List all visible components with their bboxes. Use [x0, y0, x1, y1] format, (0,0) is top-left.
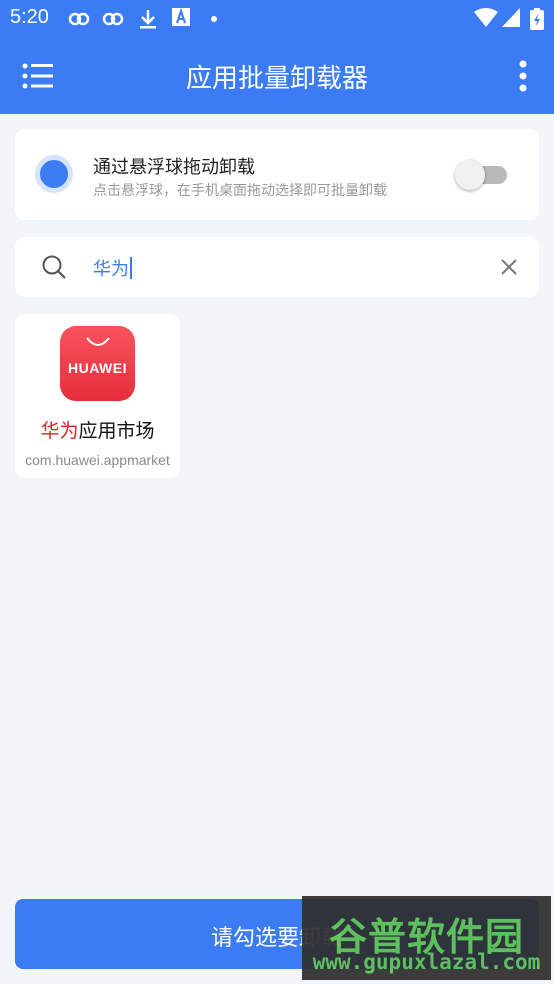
download-icon: [140, 10, 156, 29]
floating-ball-card: 通过悬浮球拖动卸载 点击悬浮球，在手机桌面拖动选择即可批量卸载: [15, 129, 539, 220]
app-list-item[interactable]: HUAWEI 华为应用市场 com.huawei.appmarket: [15, 314, 180, 478]
app-name-rest: 应用市场: [78, 420, 155, 442]
close-icon[interactable]: [499, 257, 519, 277]
app-icon-text: HUAWEI: [68, 360, 127, 376]
smile-icon: [86, 337, 110, 346]
app-name-match: 华为: [40, 420, 79, 442]
signal-icon: [502, 8, 520, 27]
watermark-url: www.gupuxlazal.com: [312, 950, 541, 974]
text-cursor: [130, 257, 132, 279]
font-icon: [172, 8, 190, 26]
watermark: 谷普软件园 www.gupuxlazal.com: [302, 896, 551, 980]
search-bar: 华为: [15, 237, 539, 297]
search-icon: [42, 255, 66, 279]
floating-ball-title: 通过悬浮球拖动卸载: [93, 157, 255, 178]
huawei-app-icon: HUAWEI: [60, 326, 135, 401]
toggle-thumb: [455, 160, 485, 190]
status-bar: 5:20: [0, 0, 554, 38]
floating-ball-toggle[interactable]: [455, 160, 507, 190]
page-title: 应用批量卸载器: [185, 64, 368, 94]
dot-icon: [211, 16, 217, 22]
wifi-icon: [474, 8, 498, 27]
app-bar: 应用批量卸载器: [0, 38, 554, 114]
status-time: 5:20: [10, 6, 49, 28]
search-input[interactable]: 华为: [93, 255, 132, 281]
notification-icon: [102, 12, 124, 26]
floating-ball-indicator: [35, 155, 73, 193]
app-name: 华为应用市场: [15, 416, 180, 443]
battery-icon: [530, 8, 544, 30]
notification-icon: [68, 12, 90, 26]
app-package-name: com.huawei.appmarket: [25, 452, 170, 468]
search-query: 华为: [93, 259, 129, 280]
floating-ball-subtitle: 点击悬浮球，在手机桌面拖动选择即可批量卸载: [93, 183, 387, 199]
more-options-icon[interactable]: [516, 60, 530, 92]
